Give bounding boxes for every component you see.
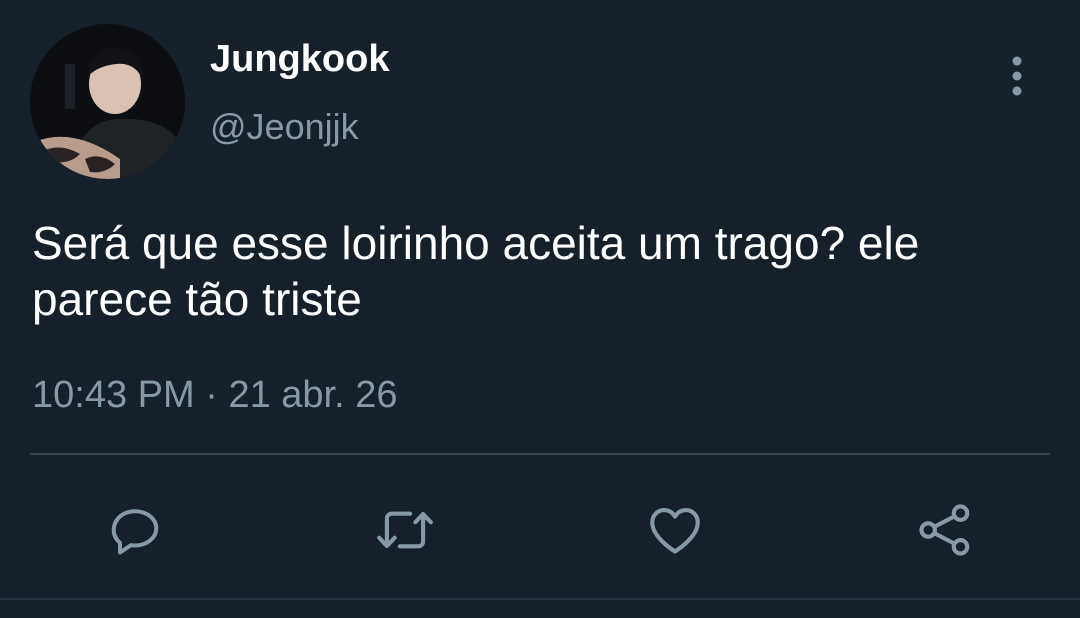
tweet-date[interactable]: 21 abr. 26: [228, 374, 397, 416]
avatar[interactable]: [30, 24, 185, 179]
tweet-time[interactable]: 10:43 PM: [32, 374, 195, 416]
retweet-button[interactable]: [365, 490, 445, 570]
like-button[interactable]: [635, 490, 715, 570]
display-name[interactable]: Jungkook: [210, 38, 389, 81]
user-handle[interactable]: @Jeonjjk: [210, 106, 359, 148]
bottom-divider: [0, 598, 1080, 600]
reply-button[interactable]: [95, 490, 175, 570]
retweet-icon: [377, 511, 433, 549]
meta-separator: ·: [194, 374, 229, 416]
heart-icon: [650, 508, 700, 554]
share-icon: [919, 504, 970, 556]
share-button[interactable]: [905, 490, 985, 570]
avatar-photo: [30, 24, 185, 179]
divider: [30, 453, 1050, 455]
more-options-button[interactable]: [1000, 52, 1034, 100]
more-vertical-icon: [1012, 56, 1022, 96]
reply-icon: [111, 509, 159, 555]
tweet-text: Será que esse loirinho aceita um trago? …: [32, 217, 920, 325]
tweet-meta: 10:43 PM · 21 abr. 26: [32, 374, 397, 417]
tweet-card: Jungkook @Jeonjjk Será que esse loirinho…: [0, 0, 1080, 618]
action-bar: [0, 490, 1080, 570]
